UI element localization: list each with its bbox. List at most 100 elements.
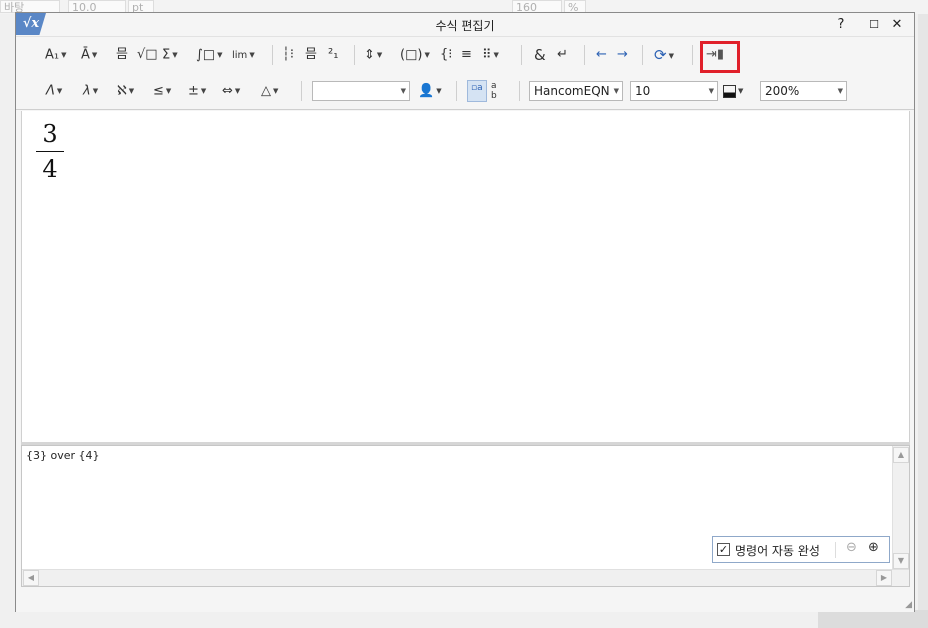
display-layout-toggle[interactable]: ab — [491, 81, 497, 101]
chevron-down-icon: ▼ — [837, 87, 843, 95]
script-editor[interactable]: {3} over {4} ▲ ▼ ◀ ▶ ✓ 명령어 자동 완성 ⊖ ⊕ — [21, 445, 910, 587]
triangle-icon: △ — [261, 83, 271, 99]
right-arrow-icon: → — [617, 47, 628, 62]
vertical-scrollbar[interactable]: ▲ ▼ — [892, 446, 909, 570]
fraction-numerator: 3 — [42, 120, 58, 148]
horizontal-scrollbar[interactable]: ◀ ▶ — [22, 569, 909, 586]
font-combo[interactable]: HancomEQN ▼ — [529, 81, 623, 101]
newline-button[interactable]: ↵ — [557, 45, 568, 65]
fraction-denominator: 4 — [42, 155, 58, 183]
plus-minus-icon: ± — [188, 83, 199, 99]
display-layout-icon: ab — [491, 81, 497, 101]
help-button[interactable]: ? — [831, 16, 851, 34]
scroll-down-icon[interactable]: ▼ — [893, 553, 909, 569]
toolbar-separator — [456, 81, 457, 101]
column-vector-icon: ┆⁝ — [282, 47, 294, 62]
binomial-icon: ²₁ — [328, 47, 339, 62]
undo-button[interactable]: ← — [596, 45, 607, 65]
resize-grip-icon[interactable]: ◢ — [905, 600, 912, 610]
binomial-button[interactable]: ²₁ — [328, 45, 338, 65]
double-arrow-icon: ⇔ — [222, 83, 233, 99]
close-button[interactable]: ✕ — [887, 16, 907, 34]
decoration-menu-button[interactable]: Ā ▼ — [81, 45, 97, 65]
maximize-button[interactable]: ☐ — [864, 16, 884, 34]
align-rows-icon: ≡ — [461, 47, 472, 62]
scroll-up-icon[interactable]: ▲ — [893, 447, 909, 463]
integral-menu-button[interactable]: ∫□ ▼ — [196, 45, 222, 65]
fraction-button[interactable]: 믐 — [116, 45, 128, 65]
equation-editor-dialog: √x 수식 편집기 ? ☐ ✕ A₁ ▼ Ā ▼ 믐 √□ Σ ▼ ∫□ ▼ lim ▼ … — [15, 12, 915, 612]
person-icon: 👤 — [418, 83, 435, 99]
limit-menu-button[interactable]: lim ▼ — [232, 45, 255, 65]
color-menu-button[interactable]: ▼ — [723, 81, 743, 101]
newline-icon: ↵ — [557, 47, 568, 62]
script-menu-button[interactable]: A₁ ▼ — [45, 45, 67, 65]
autocomplete-label: 명령어 자동 완성 — [735, 544, 820, 558]
bracket-menu-button[interactable]: ⇕ ▼ — [364, 45, 382, 65]
font-color-icon — [723, 84, 736, 98]
zoom-out-icon[interactable]: ⊖ — [846, 540, 857, 555]
autocomplete-panel: ✓ 명령어 자동 완성 ⊖ ⊕ — [712, 536, 890, 563]
limit-icon: lim — [232, 50, 248, 61]
title-bar: √x 수식 편집기 ? ☐ ✕ — [16, 13, 914, 37]
toolbar-separator — [519, 81, 520, 101]
greek-lower-icon: λ — [83, 83, 91, 99]
cases-button[interactable]: {⁝ — [440, 45, 452, 65]
toolbar-separator — [692, 45, 693, 65]
user-symbol-menu-button[interactable]: 👤 ▼ — [418, 81, 442, 101]
toolbar-separator — [272, 45, 273, 65]
script-text[interactable]: {3} over {4} — [26, 449, 100, 462]
equation-canvas[interactable]: 3 4 — [21, 111, 910, 442]
size-combo[interactable]: 10 ▼ — [630, 81, 718, 101]
refresh-menu-button[interactable]: ⟳ ▼ — [654, 45, 674, 65]
style-combo[interactable]: ▼ — [312, 81, 410, 101]
greek-upper-menu-button[interactable]: Λ ▼ — [46, 81, 62, 101]
arrow-menu-button[interactable]: ⇔ ▼ — [222, 81, 240, 101]
toolbar-separator — [354, 45, 355, 65]
ampersand-button[interactable]: & — [534, 45, 546, 65]
align-rows-button[interactable]: ≡ — [461, 45, 472, 65]
greek-upper-icon: Λ — [46, 83, 55, 99]
column-vector-button[interactable]: ┆⁝ — [282, 45, 294, 65]
hebrew-menu-button[interactable]: ℵ ▼ — [117, 81, 134, 101]
sum-icon: Σ — [162, 47, 171, 63]
exit-button[interactable]: ⇥▮ — [706, 45, 724, 65]
inline-layout-toggle[interactable]: ▫a — [467, 80, 487, 102]
parenthesis-menu-button[interactable]: (□) ▼ — [400, 45, 430, 65]
redo-button[interactable]: → — [617, 45, 628, 65]
background-scrollbar — [918, 14, 928, 628]
inline-layout-icon: ▫a — [471, 83, 483, 93]
zoom-in-icon[interactable]: ⊕ — [868, 540, 879, 555]
autocomplete-checkbox[interactable]: ✓ — [717, 543, 730, 556]
toolbar-separator — [642, 45, 643, 65]
scroll-right-icon[interactable]: ▶ — [876, 570, 892, 586]
fraction-icon: 믐 — [116, 47, 128, 62]
operator-menu-button[interactable]: ± ▼ — [188, 81, 206, 101]
exit-door-icon: ⇥▮ — [706, 47, 725, 62]
decoration-icon: Ā — [81, 47, 90, 63]
toolbar-row-1: A₁ ▼ Ā ▼ 믐 √□ Σ ▼ ∫□ ▼ lim ▼ ┆⁝ 믐 ²₁ ⇕ ▼ (□) ▼ … — [16, 41, 914, 73]
equation-toolbar: A₁ ▼ Ā ▼ 믐 √□ Σ ▼ ∫□ ▼ lim ▼ ┆⁝ 믐 ²₁ ⇕ ▼ (□) ▼ … — [16, 38, 914, 110]
parenthesis-icon: (□) — [400, 47, 423, 63]
subscript-icon: A₁ — [45, 47, 60, 63]
misc-symbol-menu-button[interactable]: △ ▼ — [261, 81, 278, 101]
relation-menu-button[interactable]: ≤ ▼ — [153, 81, 171, 101]
chevron-down-icon: ▼ — [613, 87, 619, 95]
root-button[interactable]: √□ — [137, 45, 158, 65]
scroll-left-icon[interactable]: ◀ — [23, 570, 39, 586]
toolbar-separator — [301, 81, 302, 101]
fraction-bar — [36, 151, 64, 152]
autocomplete-separator — [835, 542, 836, 558]
root-icon: √□ — [137, 47, 158, 62]
zoom-combo[interactable]: 200% ▼ — [760, 81, 847, 101]
font-combo-value: HancomEQN — [534, 84, 610, 98]
matrix-row-button[interactable]: 믐 — [305, 45, 317, 65]
greek-lower-menu-button[interactable]: λ ▼ — [83, 81, 98, 101]
matrix-menu-button[interactable]: ⠿ ▼ — [482, 45, 499, 65]
hebrew-icon: ℵ — [117, 83, 127, 99]
sum-menu-button[interactable]: Σ ▼ — [162, 45, 178, 65]
toolbar-separator — [584, 45, 585, 65]
matrix-icon: ⠿ — [482, 47, 492, 63]
background-status — [818, 610, 928, 628]
bracket-icon: ⇕ — [364, 47, 375, 63]
